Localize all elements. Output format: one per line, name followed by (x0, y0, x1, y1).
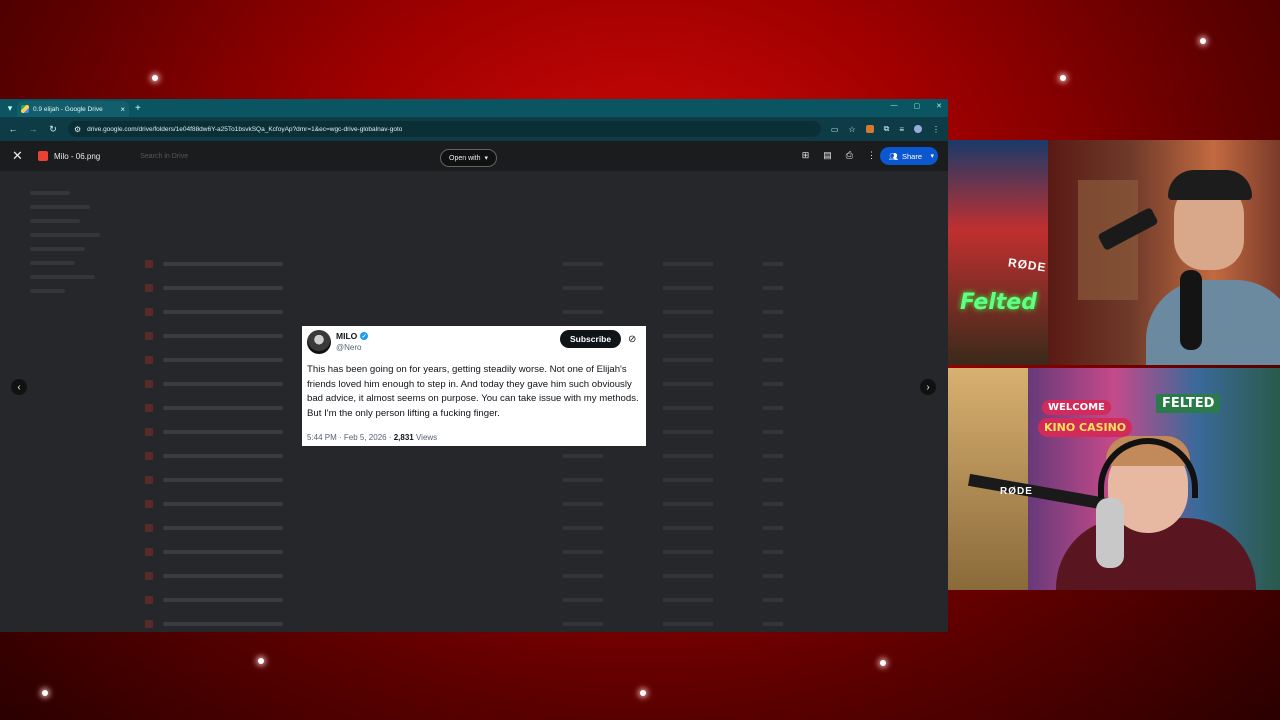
sparkle (152, 75, 158, 81)
webcam-host-1: Felted RØDE (948, 140, 1280, 365)
new-tab-icon[interactable]: + (135, 103, 141, 114)
share-people-icon: 👥︎ (888, 151, 898, 161)
address-bar: ← → ↻ ⚙ drive.google.com/drive/folders/1… (0, 117, 948, 141)
microphone (1180, 270, 1202, 350)
image-file-icon (38, 151, 48, 161)
back-icon[interactable]: ← (8, 124, 18, 134)
maximize-icon[interactable]: ▢ (914, 102, 921, 110)
drive-file-row (145, 257, 905, 271)
views-count: 2,831 (393, 433, 414, 442)
bookmark-star-icon[interactable]: ☆ (848, 125, 855, 134)
verified-badge-icon: ✓ (360, 332, 369, 340)
cast-icon[interactable]: ▭ (831, 125, 839, 134)
next-file-icon[interactable]: › (920, 379, 936, 395)
sparkle (880, 660, 886, 666)
kino-casino-sign: KINO CASINO (1038, 418, 1133, 437)
host-1-cap (1168, 170, 1252, 200)
profile-icon[interactable] (914, 125, 922, 133)
share-button[interactable]: 👥︎ Share ▾ (880, 147, 938, 165)
arcade-cabinet (948, 140, 1048, 365)
share-label: Share (901, 151, 922, 161)
minimize-icon[interactable]: — (891, 102, 898, 110)
avatar (307, 330, 331, 354)
tab-title: 0.9 elijah - Google Drive (33, 105, 103, 113)
sparkle (258, 658, 264, 664)
tweet-card: MILO ✓ @Nero Subscribe ⊘ This has been g… (302, 326, 646, 446)
drive-file-row (145, 281, 905, 295)
file-name: Milo - 06.png (54, 151, 101, 161)
drive-icon (21, 105, 29, 113)
extensions-puzzle-icon[interactable]: ⧉ (884, 124, 890, 134)
comment-icon[interactable]: ▤ (823, 150, 832, 161)
tweet-meta: 5:44 PM · Feb 5, 2026 · 2,831 Views (307, 433, 437, 442)
drive-file-row (145, 545, 905, 559)
microphone (1096, 498, 1124, 568)
felted-sign: FELTED (1156, 394, 1221, 413)
drive-file-row (145, 449, 905, 463)
drive-file-row (145, 473, 905, 487)
tweet-author: MILO ✓ (336, 331, 369, 341)
views-label: Views (413, 433, 438, 442)
search-input[interactable]: Search in Drive (140, 153, 188, 160)
share-dropdown-icon[interactable]: ▾ (930, 152, 934, 160)
file-viewer-header: ✕ Milo - 06.png Search in Drive Open wit… (0, 141, 948, 171)
close-viewer-icon[interactable]: ✕ (12, 148, 26, 164)
window-controls: — ▢ ✕ (891, 102, 943, 110)
close-window-icon[interactable]: ✕ (936, 102, 942, 110)
open-with-label: Open with (449, 154, 481, 162)
drive-file-row (145, 593, 905, 607)
previous-file-icon[interactable]: ‹ (11, 379, 27, 395)
viewer-toolbar: ⊞ ▤ ⎙ ⋮ (802, 150, 876, 161)
tab-drive[interactable]: 0.9 elijah - Google Drive × (17, 101, 129, 117)
browser-menu-icon[interactable]: ⋮ (932, 125, 940, 134)
close-tab-icon[interactable]: × (120, 105, 125, 114)
author-name: MILO (336, 331, 358, 341)
drive-file-row (145, 569, 905, 583)
drive-file-row (145, 497, 905, 511)
host-1-body (1146, 280, 1280, 365)
drive-file-row (145, 617, 905, 631)
forward-icon[interactable]: → (28, 124, 38, 134)
drive-file-row (145, 305, 905, 319)
print-icon[interactable]: ⎙ (846, 150, 853, 161)
author-handle: @Nero (336, 343, 362, 352)
extension-icon[interactable] (865, 125, 874, 133)
chevron-down-icon: ▾ (484, 155, 489, 162)
more-options-icon[interactable]: ⋮ (867, 150, 876, 161)
site-info-icon[interactable]: ⚙ (74, 125, 81, 134)
tweet-text: This has been going on for years, gettin… (307, 364, 639, 419)
welcome-sign: WELCOME (1042, 400, 1111, 415)
url-field[interactable]: ⚙ drive.google.com/drive/folders/1e04f88… (68, 121, 821, 137)
drive-sidebar-ghost (30, 181, 110, 303)
sparkle (1200, 38, 1206, 44)
felted-neon-sign: Felted (960, 290, 1037, 315)
tweet-timestamp: 5:44 PM · Feb 5, 2026 · (307, 433, 394, 442)
url-text: drive.google.com/drive/folders/1e04f88dw… (87, 125, 403, 133)
add-to-drive-icon[interactable]: ⊞ (802, 150, 810, 161)
open-with-button[interactable]: Open with ▾ (440, 149, 498, 167)
subscribe-button[interactable]: Subscribe (560, 330, 622, 348)
drive-file-row (145, 521, 905, 535)
webcam-host-2: WELCOME KINO CASINO FELTED RØDE (948, 368, 1280, 590)
media-icon[interactable]: ≡ (899, 125, 904, 134)
reload-icon[interactable]: ↻ (48, 124, 58, 135)
tab-search-icon[interactable]: ▾ (3, 101, 17, 115)
grok-icon[interactable]: ⊘ (628, 334, 636, 345)
sparkle (1060, 75, 1066, 81)
sparkle (640, 690, 646, 696)
mic-brand-label: RØDE (1000, 486, 1033, 497)
sparkle (42, 690, 48, 696)
tab-bar: ▾ 0.9 elijah - Google Drive × + — ▢ ✕ (0, 99, 948, 117)
